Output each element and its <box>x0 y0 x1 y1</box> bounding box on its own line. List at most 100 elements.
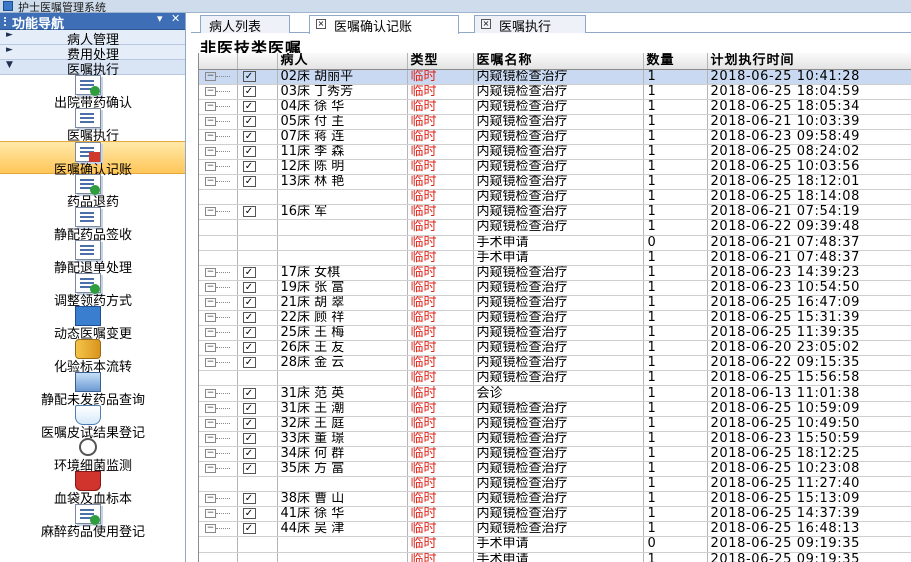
nav-item-blood-bag-specimen[interactable]: 血袋及血标本 <box>0 471 185 507</box>
table-row[interactable]: − ✓ 04床 徐 华临时 内窥镜检查治疗 1 2018-06-25 18:05:34 <box>199 99 911 115</box>
table-row[interactable]: − ✓ 13床 林 艳临时 内窥镜检查治疗 1 2018-06-25 18:12:01 <box>199 174 911 191</box>
table-row[interactable]: 临时 手术申请 1 2018-06-25 09:19:35 <box>199 552 911 562</box>
row-checkbox[interactable]: ✓ <box>242 85 256 97</box>
nav-item-iv-return-process[interactable]: 静配退单处理 <box>0 240 185 276</box>
table-row[interactable]: − ✓ 31床 范 英临时 会诊 1 2018-06-13 11:01:38 <box>199 385 911 402</box>
expand-toggle-icon[interactable]: − <box>205 358 216 368</box>
expand-toggle-icon[interactable]: − <box>205 147 216 157</box>
row-checkbox[interactable]: ✓ <box>242 327 256 339</box>
row-checkbox[interactable]: ✓ <box>242 161 256 173</box>
table-row[interactable]: − ✓ 16床 军临时 内窥镜检查治疗 1 2018-06-21 07:54:19 <box>199 204 911 221</box>
row-checkbox[interactable]: ✓ <box>242 312 256 324</box>
table-row[interactable]: − ✓ 25床 王 梅临时 内窥镜检查治疗 1 2018-06-25 11:39:35 <box>199 325 911 342</box>
table-row[interactable]: − ✓ 22床 顾 祥临时 内窥镜检查治疗 1 2018-06-25 15:31:39 <box>199 310 911 327</box>
expand-toggle-icon[interactable]: − <box>205 131 216 141</box>
nav-item-skin-test-result[interactable]: 医嘱皮试结果登记 <box>0 405 185 441</box>
expand-toggle-icon[interactable]: − <box>205 433 216 443</box>
expand-toggle-icon[interactable]: − <box>205 86 216 96</box>
row-checkbox[interactable]: ✓ <box>242 146 256 158</box>
tab-close-icon[interactable]: × <box>316 19 326 29</box>
nav-item-order-execute[interactable]: 医嘱执行 <box>0 108 185 144</box>
row-checkbox[interactable]: ✓ <box>242 402 256 414</box>
table-row[interactable]: − ✓ 35床 方 富临时 内窥镜检查治疗 1 2018-06-25 10:23:08 <box>199 461 911 478</box>
orders-grid[interactable]: 病人 类型 医嘱名称 数量 计划执行时间 − ✓ 02床 胡丽平 临时 内窥镜检查治疗 1 2018… <box>198 53 911 562</box>
expand-toggle-icon[interactable]: − <box>205 524 216 534</box>
expand-toggle-icon[interactable]: − <box>205 328 216 338</box>
expand-toggle-icon[interactable]: − <box>205 509 216 519</box>
expand-toggle-icon[interactable]: − <box>205 297 216 307</box>
table-row[interactable]: − ✓ 41床 徐 华临时 内窥镜检查治疗 1 2018-06-25 14:37:39 <box>199 506 911 523</box>
expand-toggle-icon[interactable]: − <box>205 71 216 81</box>
table-row[interactable]: 临时 内窥镜检查治疗 1 2018-06-25 15:56:58 <box>199 370 911 387</box>
column-header-6[interactable]: 计划执行时间 <box>707 53 911 70</box>
nav-item-discharge-med-confirm[interactable]: 出院带药确认 <box>0 75 185 111</box>
table-row[interactable]: − ✓ 26床 王 友临时 内窥镜检查治疗 1 2018-06-20 23:05:02 <box>199 340 911 357</box>
nav-item-lab-specimen-flow[interactable]: 化验标本流转 <box>0 339 185 375</box>
table-row[interactable]: − ✓ 21床 胡 翠临时 内窥镜检查治疗 1 2018-06-25 16:47:09 <box>199 295 911 312</box>
row-checkbox[interactable]: ✓ <box>242 387 256 399</box>
column-header-2[interactable]: 病人 <box>277 53 408 70</box>
table-row[interactable]: − ✓ 32床 王 庭临时 内窥镜检查治疗 1 2018-06-25 10:49:50 <box>199 416 911 432</box>
grip-icon[interactable] <box>4 17 10 26</box>
row-checkbox[interactable]: ✓ <box>242 357 256 369</box>
table-row[interactable]: 临时 手术申请 0 2018-06-21 07:48:37 <box>199 235 911 251</box>
column-header-0[interactable] <box>199 53 238 70</box>
table-row[interactable]: − ✓ 19床 张 富临时 内窥镜检查治疗 1 2018-06-23 10:54:50 <box>199 280 911 296</box>
table-row[interactable]: − ✓ 38床 曹 山临时 内窥镜检查治疗 1 2018-06-25 15:13:09 <box>199 491 911 508</box>
table-row[interactable]: 临时 内窥镜检查治疗 1 2018-06-22 09:39:48 <box>199 219 911 236</box>
table-row[interactable]: − ✓ 03床 丁秀芳 临时 内窥镜检查治疗 1 2018-06-25 18:04:59 <box>199 84 911 100</box>
expand-toggle-icon[interactable]: − <box>205 448 216 458</box>
pin-icon[interactable]: ▾ <box>157 13 163 25</box>
row-checkbox[interactable]: ✓ <box>242 100 256 112</box>
nav-item-iv-unsent-query[interactable]: 静配未发药品查询 <box>0 372 185 408</box>
row-checkbox[interactable]: ✓ <box>242 296 256 308</box>
table-row[interactable]: − ✓ 02床 胡丽平 临时 内窥镜检查治疗 1 2018-06-25 10:41:28 <box>199 69 911 85</box>
row-checkbox[interactable]: ✓ <box>242 281 256 293</box>
expand-toggle-icon[interactable]: − <box>205 343 216 353</box>
row-checkbox[interactable]: ✓ <box>242 130 256 142</box>
row-checkbox[interactable]: ✓ <box>242 493 256 505</box>
nav-group-1[interactable]: ► 费用处理 <box>0 45 185 63</box>
expand-toggle-icon[interactable]: − <box>205 463 216 473</box>
expand-toggle-icon[interactable]: − <box>205 282 216 292</box>
expand-toggle-icon[interactable]: − <box>205 494 216 504</box>
table-row[interactable]: − ✓ 07床 蒋 连临时 内窥镜检查治疗 1 2018-06-23 09:58:49 <box>199 129 911 145</box>
column-header-1[interactable] <box>237 53 278 70</box>
nav-item-anesthetic-usage[interactable]: 麻醉药品使用登记 <box>0 504 185 540</box>
table-row[interactable]: − ✓ 33床 董 璟临时 内窥镜检查治疗 1 2018-06-23 15:50:59 <box>199 431 911 447</box>
table-row[interactable]: − ✓ 31床 王 潮临时 内窥镜检查治疗 1 2018-06-25 10:59:09 <box>199 401 911 417</box>
row-checkbox[interactable]: ✓ <box>242 447 256 459</box>
row-checkbox[interactable]: ✓ <box>242 70 256 82</box>
nav-item-drug-return[interactable]: 药品退药 <box>0 174 185 210</box>
table-row[interactable]: − ✓ 28床 金 云临时 内窥镜检查治疗 1 2018-06-22 09:15:35 <box>199 355 911 372</box>
close-icon[interactable]: ✕ <box>171 13 180 25</box>
row-checkbox[interactable]: ✓ <box>242 115 256 127</box>
row-checkbox[interactable]: ✓ <box>242 206 256 218</box>
expand-toggle-icon[interactable]: − <box>205 418 216 428</box>
expand-toggle-icon[interactable]: − <box>205 207 216 217</box>
table-row[interactable]: − ✓ 17床 女棋 临时 内窥镜检查治疗 1 2018-06-23 14:39:23 <box>199 265 911 281</box>
row-checkbox[interactable]: ✓ <box>242 417 256 429</box>
row-checkbox[interactable]: ✓ <box>242 342 256 354</box>
row-checkbox[interactable]: ✓ <box>242 523 256 535</box>
column-header-5[interactable]: 数量 <box>643 53 708 70</box>
expand-toggle-icon[interactable]: − <box>205 313 216 323</box>
expand-toggle-icon[interactable]: − <box>205 162 216 172</box>
tab-0[interactable]: 病人列表 <box>200 15 290 35</box>
table-row[interactable]: − ✓ 44床 吴 津临时 内窥镜检查治疗 1 2018-06-25 16:48:13 <box>199 521 911 538</box>
nav-group-2[interactable]: ▼ 医嘱执行 <box>0 60 185 78</box>
tab-1[interactable]: × 医嘱确认记账 <box>309 15 459 35</box>
expand-toggle-icon[interactable]: − <box>205 403 216 413</box>
table-row[interactable]: 临时 内窥镜检查治疗 1 2018-06-25 18:14:08 <box>199 189 911 206</box>
row-checkbox[interactable]: ✓ <box>242 176 256 188</box>
nav-group-0[interactable]: ► 病人管理 <box>0 30 185 48</box>
row-checkbox[interactable]: ✓ <box>242 266 256 278</box>
nav-item-env-bacteria-monitor[interactable]: 环境细菌监测 <box>0 438 185 474</box>
row-checkbox[interactable]: ✓ <box>242 508 256 520</box>
row-checkbox[interactable]: ✓ <box>242 462 256 474</box>
table-row[interactable]: − ✓ 34床 何 群临时 内窥镜检查治疗 1 2018-06-25 18:12:25 <box>199 446 911 462</box>
column-header-3[interactable]: 类型 <box>407 53 474 70</box>
expand-toggle-icon[interactable]: − <box>205 116 216 126</box>
nav-item-adjust-dispensing[interactable]: 调整领药方式 <box>0 273 185 309</box>
table-row[interactable]: 临时 手术申请 0 2018-06-25 09:19:35 <box>199 536 911 553</box>
